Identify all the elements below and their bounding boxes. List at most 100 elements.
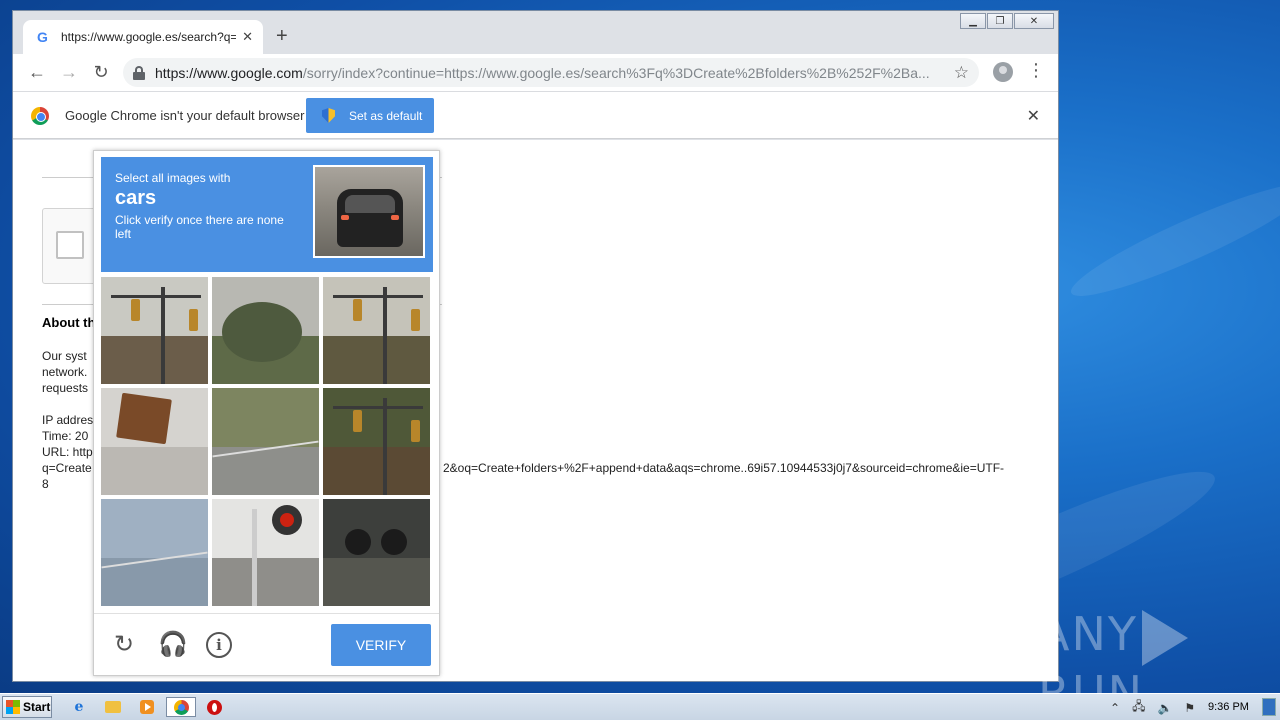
signal-lamp: [381, 529, 407, 555]
reload-button[interactable]: ↻: [85, 59, 117, 87]
captcha-tile-traffic-light-trees[interactable]: [323, 277, 430, 384]
captcha-tile-sign-closeup[interactable]: [101, 388, 208, 495]
info-icon[interactable]: i: [206, 632, 232, 658]
taskbar-clock[interactable]: 9:36 PM: [1208, 701, 1249, 713]
headphones-icon[interactable]: 🎧: [158, 632, 188, 658]
wallpaper-streak: [1063, 168, 1280, 312]
tab-strip: G https://www.google.es/search?q=Cr ✕ + …: [13, 11, 1058, 55]
signal-head: [189, 309, 198, 331]
instruction-hint: Click verify once there are none left: [115, 213, 284, 241]
volume-icon[interactable]: 🔈: [1157, 701, 1172, 715]
captcha-tile-signal-forest[interactable]: [323, 388, 430, 495]
folder-icon: [105, 701, 121, 713]
taskbar-ie[interactable]: e: [68, 697, 90, 717]
body-line: Our syst: [42, 349, 87, 363]
tree-canopy: [222, 302, 302, 362]
about-heading: About th: [42, 315, 96, 330]
windows-logo-icon: [6, 700, 20, 714]
tile-sky: [212, 499, 319, 558]
browser-tab[interactable]: G https://www.google.es/search?q=Cr ✕: [23, 20, 263, 54]
recaptcha-checkbox[interactable]: [56, 231, 84, 259]
action-center-flag-icon[interactable]: ⚑: [1184, 701, 1195, 715]
captcha-tile-crossing-signals-dark[interactable]: [323, 499, 430, 606]
tail-light: [391, 215, 399, 220]
play-logo-icon: [1141, 609, 1188, 666]
body-line: requests: [42, 381, 89, 395]
captcha-tile-street-tree[interactable]: [212, 277, 319, 384]
infobar-message: Google Chrome isn't your default browser: [65, 108, 305, 123]
challenge-header: Select all images with cars Click verify…: [101, 157, 433, 272]
tab-title: https://www.google.es/search?q=Cr: [61, 30, 237, 44]
signal-pole: [383, 398, 387, 495]
taskbar-chrome[interactable]: [166, 697, 196, 717]
google-g-icon: G: [37, 29, 48, 45]
tab-close-icon[interactable]: ✕: [242, 29, 253, 45]
media-player-icon: [140, 700, 154, 714]
url-text[interactable]: https://www.google.com/sorry/index?conti…: [155, 65, 948, 81]
tail-light: [341, 215, 349, 220]
watermark-left: ANY: [1038, 607, 1138, 661]
kebab-menu-icon[interactable]: ⋮: [1027, 60, 1045, 81]
chrome-logo-icon: [31, 107, 49, 125]
restore-button[interactable]: ❐: [987, 13, 1013, 29]
image-grid: [101, 277, 433, 609]
bookmark-star-icon[interactable]: ☆: [954, 63, 969, 83]
captcha-tile-railroad-crossing[interactable]: [212, 499, 319, 606]
toolbar: ← → ↻ https://www.google.com/sorry/index…: [13, 54, 1058, 91]
tray-expand-icon[interactable]: ⌃: [1110, 701, 1120, 715]
signal-head: [353, 299, 362, 321]
car-rear-window: [345, 195, 395, 213]
url-wrap: 8: [42, 477, 49, 491]
reload-icon[interactable]: ↻: [111, 632, 137, 658]
set-as-default-label: Set as default: [349, 108, 423, 123]
internet-explorer-icon: e: [74, 699, 84, 715]
captcha-tile-traffic-signal-pole[interactable]: [101, 277, 208, 384]
infobar-close-icon[interactable]: ✕: [1027, 106, 1040, 126]
minimize-button[interactable]: ▁: [960, 13, 986, 29]
signal-head: [353, 410, 362, 432]
profile-avatar-icon[interactable]: [993, 62, 1013, 82]
tile-sky: [212, 388, 319, 447]
tile-sky: [101, 499, 208, 558]
opera-icon: [206, 699, 222, 715]
address-bar[interactable]: https://www.google.com/sorry/index?conti…: [123, 58, 979, 87]
captcha-tile-road-shoulder[interactable]: [212, 388, 319, 495]
signal-head: [411, 420, 420, 442]
system-tray: ⌃ 🖧 🔈 ⚑: [1104, 694, 1201, 720]
window-controls: ▁ ❐ ✕: [959, 13, 1054, 29]
ip-address-label: IP addres: [42, 413, 94, 427]
taskbar-media-player[interactable]: [136, 697, 158, 717]
uac-shield-icon: [322, 108, 335, 123]
start-button[interactable]: Start: [2, 696, 52, 718]
url-label: URL: http: [42, 445, 93, 459]
signal-head: [131, 299, 140, 321]
close-window-button[interactable]: ✕: [1014, 13, 1054, 29]
show-desktop-button[interactable]: [1262, 698, 1276, 716]
signal-arm: [333, 295, 423, 298]
verify-button[interactable]: VERIFY: [331, 624, 431, 666]
forward-button[interactable]: →: [53, 59, 85, 87]
new-tab-button[interactable]: +: [276, 25, 288, 48]
url-line-start: q=Create: [42, 461, 92, 475]
instruction-line: Select all images with: [115, 171, 231, 185]
network-icon[interactable]: 🖧: [1132, 697, 1145, 718]
url-path: /sorry/index?continue=https://www.google…: [302, 64, 930, 81]
set-as-default-button[interactable]: Set as default: [306, 98, 434, 133]
taskbar-opera[interactable]: [203, 697, 225, 717]
back-button[interactable]: ←: [21, 59, 53, 87]
signal-arm: [333, 406, 423, 409]
target-keyword: cars: [115, 187, 157, 209]
captcha-tile-bridge-road[interactable]: [101, 499, 208, 606]
start-label: Start: [23, 700, 51, 714]
body-line: network.: [42, 365, 88, 379]
crossing-pole: [252, 509, 257, 606]
default-browser-infobar: Google Chrome isn't your default browser…: [13, 91, 1058, 139]
taskbar: Start e ⌃ 🖧 🔈 ⚑ 9:36 PM: [0, 693, 1280, 720]
challenge-footer: ↻ 🎧 i VERIFY: [94, 613, 439, 676]
url-line-end: 2&oq=Create+folders+%2F+append+data&aqs=…: [443, 461, 1005, 475]
taskbar-explorer[interactable]: [102, 697, 124, 717]
sign-board: [116, 392, 172, 445]
sample-car-image: [313, 165, 425, 258]
lock-icon[interactable]: [133, 65, 145, 80]
signal-lamp: [345, 529, 371, 555]
